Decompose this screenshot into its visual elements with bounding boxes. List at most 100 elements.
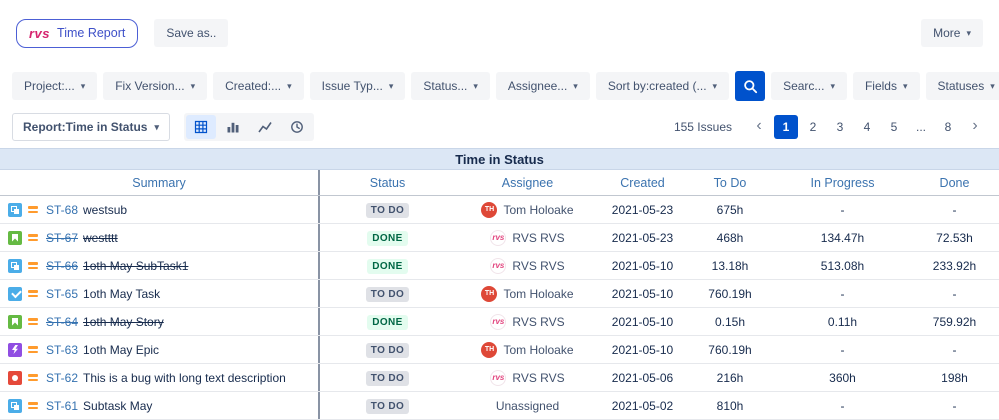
issue-key-link[interactable]: ST-67 <box>46 231 78 245</box>
assignee-name: Tom Holoake <box>503 286 574 301</box>
created-value: 2021-05-10 <box>611 286 674 301</box>
status-cell: TO DO <box>320 370 455 386</box>
priority-medium-icon <box>27 232 39 244</box>
column-header-summary[interactable]: Summary <box>0 170 320 195</box>
todo-hours: 13.18h <box>711 258 749 273</box>
todo-hours: 468h <box>716 230 744 245</box>
summary-cell: ST-62 This is a bug with long text descr… <box>0 364 320 391</box>
top-bar: rvs Time Report Save as.. More ▾ <box>0 0 999 66</box>
chevron-down-icon: ▾ <box>573 80 578 91</box>
pagination-page[interactable]: 8 <box>936 115 960 139</box>
assignee-name: Unassigned <box>495 398 560 413</box>
table-view-button[interactable] <box>186 115 216 139</box>
pagination-next-icon[interactable]: › <box>963 115 987 139</box>
report-type-dropdown[interactable]: Report:Time in Status ▾ <box>12 113 170 141</box>
done-hours: 759.92h <box>932 314 977 329</box>
issue-summary: westsub <box>83 202 128 217</box>
issue-summary: 1oth May Epic <box>83 342 160 357</box>
table-row: ST-61 Subtask May TO DO Unassigned 2021-… <box>0 392 999 420</box>
todo-hours: 810h <box>716 398 744 413</box>
summary-cell: ST-61 Subtask May <box>0 392 320 419</box>
column-header-status[interactable]: Status <box>320 176 455 190</box>
bar-chart-view-button[interactable] <box>218 115 248 139</box>
status-cell: TO DO <box>320 286 455 302</box>
table-row: ST-63 1oth May Epic TO DO TH Tom Holoake… <box>0 336 999 364</box>
column-header-done[interactable]: Done <box>910 176 999 190</box>
time-view-button[interactable] <box>282 115 312 139</box>
issues-count: 155 Issues <box>673 120 732 134</box>
issue-key-link[interactable]: ST-62 <box>46 371 78 385</box>
created-value: 2021-05-06 <box>611 370 674 385</box>
line-chart-view-button[interactable] <box>250 115 280 139</box>
time-report-button[interactable]: rvs Time Report <box>16 18 139 48</box>
in-progress-hours: - <box>840 342 845 357</box>
save-as-button[interactable]: Save as.. <box>154 19 229 47</box>
summary-cell: ST-65 1oth May Task <box>0 280 320 307</box>
search-button[interactable] <box>735 71 766 101</box>
status-badge: TO DO <box>365 342 410 358</box>
table-header-row: Summary Status Assignee Created To Do In… <box>0 170 999 196</box>
issue-summary: westttt <box>83 230 118 245</box>
column-header-todo[interactable]: To Do <box>685 176 775 190</box>
status-badge: DONE <box>367 258 408 274</box>
table-body: ST-68 westsub TO DO TH Tom Holoake 2021-… <box>0 196 999 420</box>
fields-dropdown[interactable]: Fields ▾ <box>852 72 920 100</box>
statuses-dropdown[interactable]: Statuses ▾ <box>925 72 999 100</box>
status-badge: DONE <box>367 230 408 246</box>
status-cell: TO DO <box>320 342 455 358</box>
pagination-page[interactable]: 5 <box>882 115 906 139</box>
assignee-cell: rvs RVS RVS <box>455 369 600 386</box>
issue-key-link[interactable]: ST-63 <box>46 343 78 357</box>
column-header-created[interactable]: Created <box>600 176 685 190</box>
more-button[interactable]: More ▾ <box>921 19 983 47</box>
done-hours: 72.53h <box>936 230 973 245</box>
status-badge: TO DO <box>365 370 410 386</box>
summary-cell: ST-64 1oth May Story <box>0 308 320 335</box>
assignee-name: RVS RVS <box>512 314 565 329</box>
issue-key-link[interactable]: ST-68 <box>46 203 78 217</box>
done-hours: 198h <box>941 370 968 385</box>
created-value: 2021-05-02 <box>611 398 674 413</box>
issue-key-link[interactable]: ST-61 <box>46 399 78 413</box>
search-icon <box>743 79 758 94</box>
issue-key-link[interactable]: ST-64 <box>46 315 78 329</box>
created-value: 2021-05-23 <box>611 202 674 217</box>
chevron-down-icon: ▾ <box>990 80 995 91</box>
chevron-down-icon: ▾ <box>712 80 718 91</box>
column-header-in-progress[interactable]: In Progress <box>775 176 910 190</box>
pagination-page[interactable]: 2 <box>801 115 825 139</box>
filter-issue-type[interactable]: Issue Typ... ▾ <box>309 72 406 100</box>
filter-created[interactable]: Created:... ▾ <box>213 72 304 100</box>
issue-key-link[interactable]: ST-66 <box>46 259 78 273</box>
summary-cell: ST-68 westsub <box>0 196 320 223</box>
pagination-page[interactable]: 4 <box>855 115 879 139</box>
status-cell: TO DO <box>320 202 455 218</box>
filter-search-saved[interactable]: Searc... ▾ <box>771 72 847 100</box>
filter-assignee[interactable]: Assignee... ▾ <box>495 72 590 100</box>
todo-hours: 675h <box>716 202 744 217</box>
issue-type-icon <box>8 342 22 357</box>
assignee-name: RVS RVS <box>512 370 565 385</box>
status-badge: TO DO <box>365 398 410 414</box>
in-progress-hours: 360h <box>829 370 856 385</box>
todo-hours: 760.19h <box>708 286 752 301</box>
pagination-page[interactable]: 3 <box>828 115 852 139</box>
created-value: 2021-05-23 <box>611 230 674 245</box>
filter-sort-by[interactable]: Sort by:created (... ▾ <box>595 72 730 100</box>
assignee-cell: rvs RVS RVS <box>455 313 600 330</box>
assignee-name: Tom Holoake <box>503 342 574 357</box>
status-cell: DONE <box>320 230 455 246</box>
column-header-assignee[interactable]: Assignee <box>455 176 600 190</box>
chevron-down-icon: ▾ <box>190 80 196 91</box>
assignee-avatar: TH <box>481 341 498 358</box>
priority-medium-icon <box>27 400 39 412</box>
filter-status[interactable]: Status... ▾ <box>411 72 490 100</box>
assignee-avatar: rvs <box>490 229 507 246</box>
filter-fix-version[interactable]: Fix Version... ▾ <box>103 72 208 100</box>
pagination-page[interactable]: 1 <box>774 115 798 139</box>
pagination-prev-icon[interactable]: ‹ <box>747 115 771 139</box>
issue-key-link[interactable]: ST-65 <box>46 287 78 301</box>
created-value: 2021-05-10 <box>611 258 674 273</box>
filter-project[interactable]: Project:... ▾ <box>12 72 98 100</box>
table-row: ST-65 1oth May Task TO DO TH Tom Holoake… <box>0 280 999 308</box>
